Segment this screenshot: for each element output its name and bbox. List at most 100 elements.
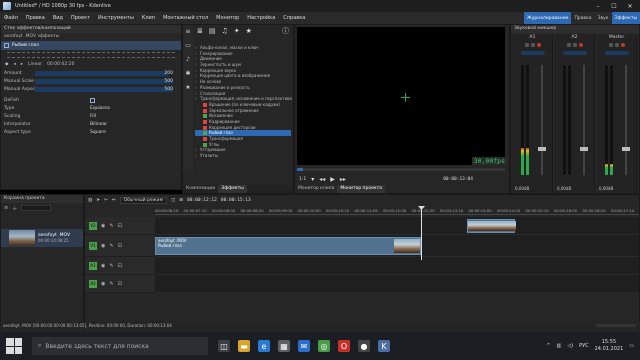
menu-clip[interactable]: Клип	[138, 15, 159, 21]
edge-icon[interactable]: e	[258, 340, 270, 352]
pencil-icon[interactable]: ✎	[109, 243, 113, 249]
param-manual-scale-value[interactable]: 500	[164, 79, 173, 84]
menu-timeline[interactable]: Монтажный стол	[159, 15, 212, 21]
clock[interactable]: 15:55 24.01.2021	[595, 339, 624, 353]
insert-icon[interactable]: ⊞	[179, 198, 183, 203]
close-icon[interactable]: ✕	[622, 0, 638, 12]
menu-view[interactable]: Вид	[49, 15, 67, 21]
pencil-icon[interactable]: ✎	[109, 281, 113, 287]
mail-icon[interactable]: ✉	[298, 340, 310, 352]
menu-tools[interactable]: Инструменты	[94, 15, 138, 21]
razor-tool-icon[interactable]: ✂	[104, 198, 108, 203]
play-icon[interactable]: ▶	[330, 176, 335, 183]
option-interpolator[interactable]: Interpolator Bilinear	[1, 120, 181, 128]
menu-edit[interactable]: Правка	[22, 15, 49, 21]
track-name[interactable]: V2	[89, 221, 97, 230]
add-clip-icon[interactable]: ＋	[12, 205, 17, 212]
menu-project[interactable]: Проект	[67, 15, 94, 21]
edit-mode-select[interactable]: Обычный режим	[119, 196, 167, 204]
custom-icon[interactable]: ✱	[183, 67, 193, 81]
taskbar-search-input[interactable]: ⌕ Введите здесь текст для поиска	[32, 337, 208, 355]
record-icon[interactable]	[536, 43, 541, 47]
option-defish[interactable]: DeFish	[1, 96, 181, 104]
menu-file[interactable]: Файл	[0, 15, 22, 21]
option-aspect-type[interactable]: Aspect type Square	[1, 128, 181, 136]
eye-icon[interactable]: ◉	[101, 263, 105, 269]
timeline-zoom-slider[interactable]	[596, 324, 636, 327]
volume-fader[interactable]	[622, 65, 630, 175]
eye-icon[interactable]: ◉	[101, 243, 105, 249]
monitor-timecode[interactable]: 00:00:13:04	[443, 177, 473, 182]
bin-search-input[interactable]	[21, 205, 52, 211]
timeline-ruler[interactable]: 00:00:06:19 00:00:07:10 00:00:08:00 00:00:0…	[155, 207, 639, 215]
option-scaling[interactable]: Scaling Fill	[1, 112, 181, 120]
fader-handle[interactable]	[622, 146, 630, 151]
param-amount[interactable]: Amount 200	[1, 69, 181, 77]
star-icon[interactable]: ★	[246, 27, 252, 35]
param-amount-value[interactable]: 200	[164, 71, 173, 76]
zoom-select[interactable]: 1:1	[299, 177, 306, 182]
keyframe-strip[interactable]	[7, 52, 175, 58]
eye-icon[interactable]: ◉	[101, 281, 105, 287]
tab-clip-monitor[interactable]: Монитор клипа	[295, 185, 337, 193]
param-manual-aspect-slider[interactable]	[35, 87, 173, 92]
prev-keyframe-icon[interactable]: ◂	[13, 62, 15, 67]
mute-icon[interactable]	[524, 43, 529, 47]
list-icon[interactable]: ≡	[183, 25, 193, 39]
tab-effects[interactable]: Эффекты	[218, 185, 247, 193]
store-icon[interactable]: ▦	[278, 340, 290, 352]
rewind-icon[interactable]: ◂◂	[319, 176, 325, 183]
tab-compositions[interactable]: Композиции	[183, 185, 218, 193]
defish-checkbox[interactable]	[90, 97, 95, 103]
menu-icon[interactable]: ≡	[4, 205, 8, 211]
volume-fader[interactable]	[580, 65, 588, 175]
param-amount-slider[interactable]	[35, 71, 168, 76]
bin-clip-item[interactable]: aerofoyt .MOV 00:00:14:08:25	[1, 229, 83, 247]
param-manual-scale-slider[interactable]	[35, 79, 173, 84]
pan-slider[interactable]	[562, 51, 587, 55]
monitor-progress-bar[interactable]	[297, 168, 505, 171]
list-view-icon[interactable]: ≣	[197, 27, 203, 35]
timeline-clip[interactable]	[467, 219, 516, 233]
option-scaling-select[interactable]: Fill	[90, 114, 96, 119]
solo-icon[interactable]	[530, 43, 535, 47]
track-header[interactable]: V1 ◉ ✎ ⊡	[85, 235, 155, 257]
param-manual-aspect[interactable]: Manual Aspect 500	[1, 85, 181, 93]
chevron-down-icon[interactable]: ▾	[311, 176, 314, 183]
audio-filter-icon[interactable]: ♫	[222, 27, 228, 35]
fader-handle[interactable]	[538, 146, 546, 151]
info-icon[interactable]: ⓘ	[282, 26, 289, 36]
volume-fader[interactable]	[538, 65, 546, 175]
track-name[interactable]: V1	[89, 241, 97, 250]
keyframe-timecode[interactable]: 00:00:02:20	[47, 62, 74, 67]
notifications-icon[interactable]: ▭	[629, 343, 634, 349]
param-manual-scale[interactable]: Manual Scale 500	[1, 77, 181, 85]
select-tool-icon[interactable]: ➤	[96, 198, 100, 203]
custom-filter-icon[interactable]: ✦	[234, 27, 240, 35]
language-indicator[interactable]: РУС	[579, 343, 589, 349]
pencil-icon[interactable]: ✎	[109, 263, 113, 269]
timeline-clip[interactable]: aerofoyt .MOV Рыбий глаз	[155, 237, 421, 255]
lock-icon[interactable]: ⊡	[118, 243, 122, 249]
pan-slider[interactable]	[604, 51, 629, 55]
layout-logging[interactable]: Журналирование	[523, 12, 572, 24]
volume-icon[interactable]: ◁)	[567, 343, 573, 349]
menu-monitor[interactable]: Монитор	[212, 15, 243, 21]
solo-icon[interactable]	[572, 43, 577, 47]
option-type-select[interactable]: Equiarea	[90, 106, 110, 111]
lock-icon[interactable]: ⊡	[118, 223, 122, 229]
option-type[interactable]: Type Equiarea	[1, 104, 181, 112]
playhead[interactable]	[421, 208, 422, 260]
mute-icon[interactable]	[608, 43, 613, 47]
solo-icon[interactable]	[614, 43, 619, 47]
pan-slider[interactable]	[520, 51, 545, 55]
add-keyframe-icon[interactable]: ◆	[5, 62, 8, 67]
layout-editing[interactable]: Правка	[571, 12, 594, 24]
interpolation-select[interactable]: Linear	[28, 62, 42, 67]
track-name[interactable]: A2	[89, 279, 97, 288]
eye-icon[interactable]: ◉	[101, 223, 105, 229]
layout-effects[interactable]: Эффекты	[611, 12, 640, 24]
fader-handle[interactable]	[580, 146, 588, 151]
forward-icon[interactable]: ▸▸	[340, 176, 346, 183]
track-lane[interactable]	[155, 217, 639, 235]
